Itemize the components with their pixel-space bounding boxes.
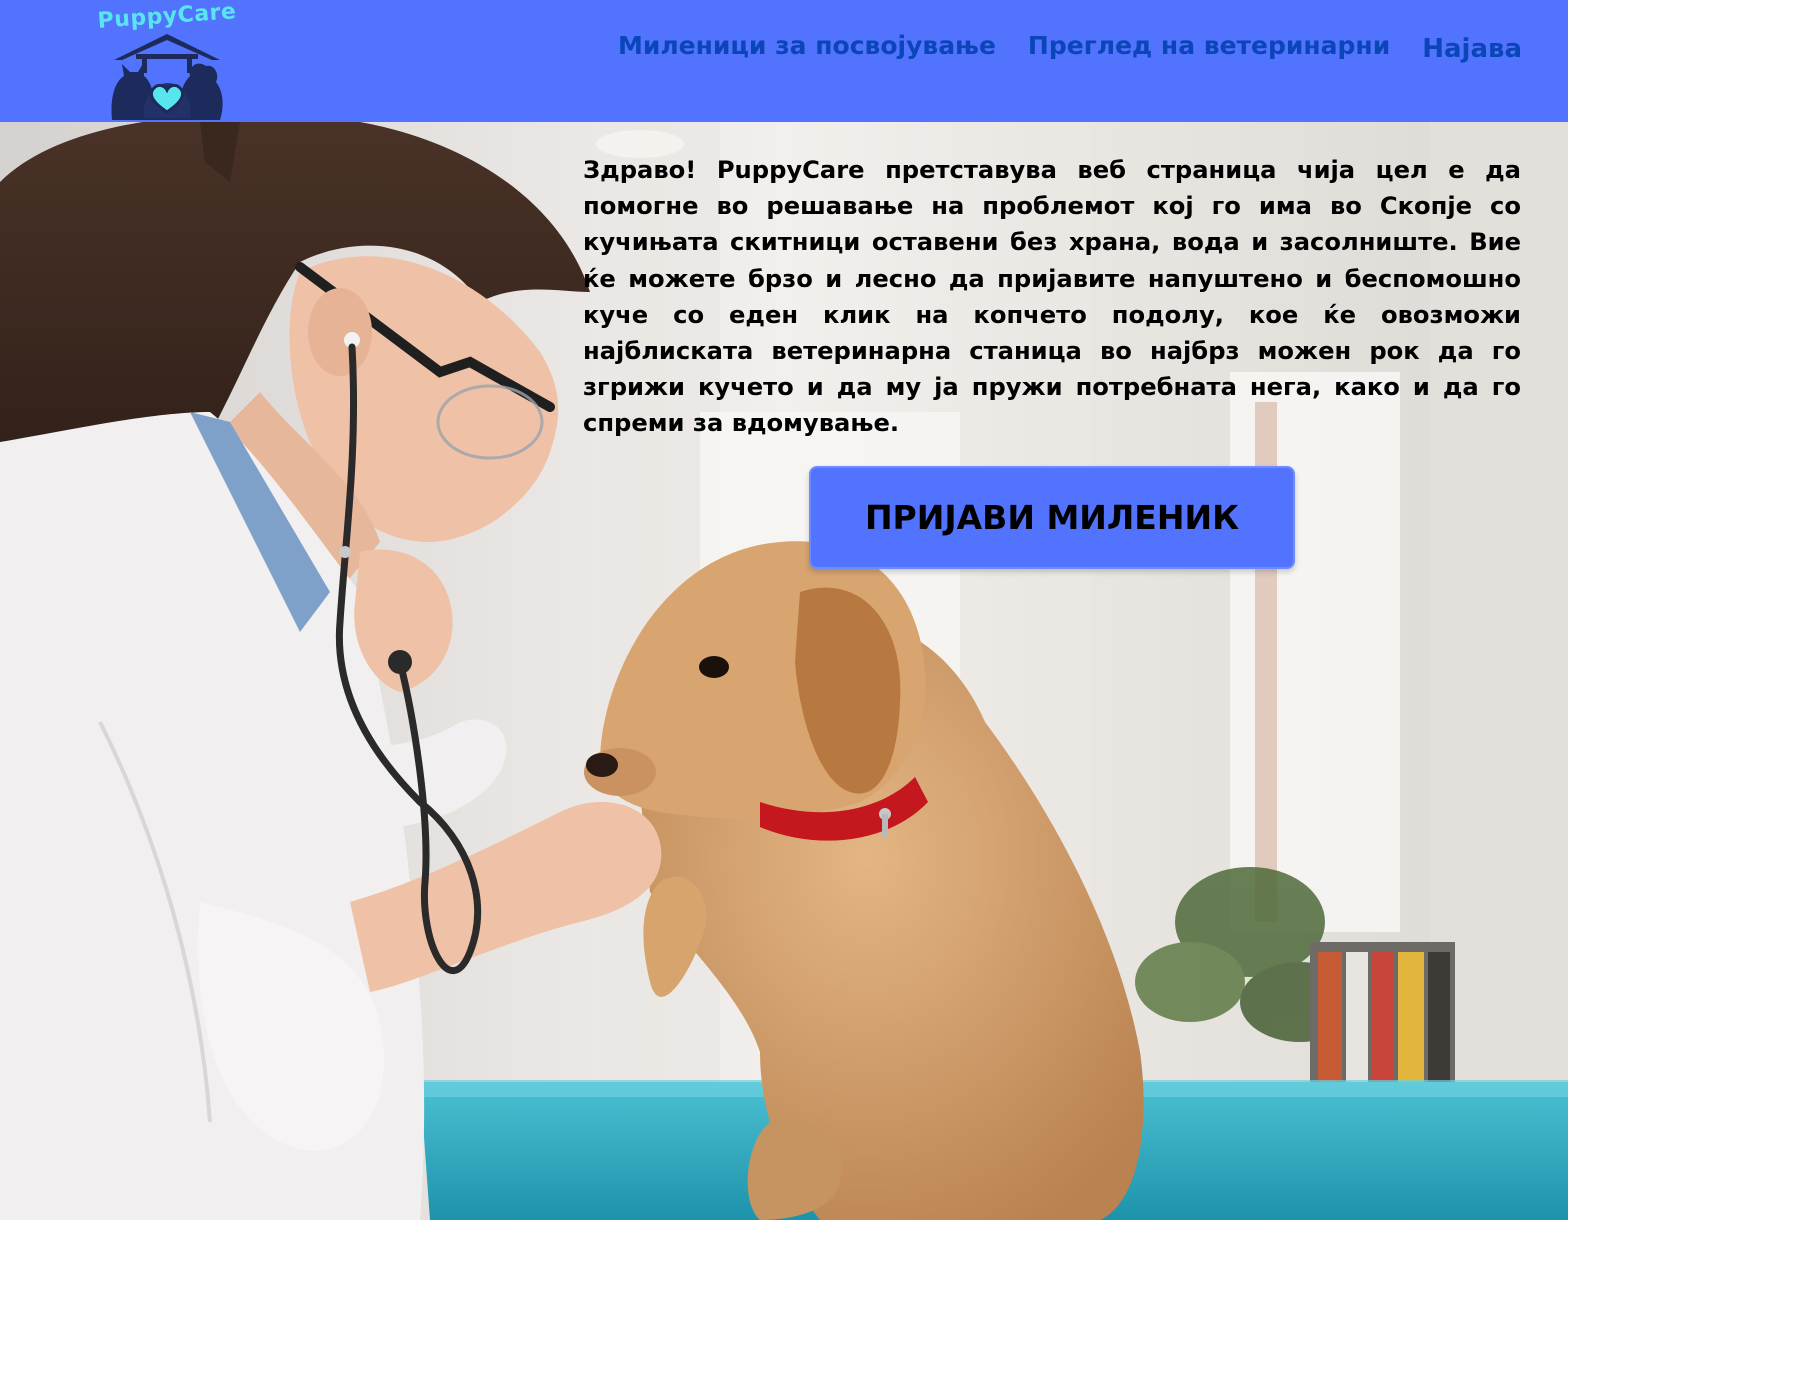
main-navigation: Миленици за посвојување Преглед на ветер… [618, 0, 1522, 90]
nav-login-link[interactable]: Најава [1422, 34, 1522, 64]
nav-vet-overview-link[interactable]: Преглед на ветеринарни [1028, 31, 1390, 60]
report-pet-button[interactable]: ПРИЈАВИ МИЛЕНИК [809, 466, 1295, 569]
house-pets-logo-icon [111, 34, 223, 120]
intro-paragraph: Здраво! PuppyCare претставува веб страни… [583, 156, 1521, 438]
puppycare-logo[interactable]: PuppyCare [88, 0, 246, 120]
top-navbar: PuppyCare Миленици за посвојување Прегле… [0, 0, 1568, 122]
page: PuppyCare Миленици за посвојување Прегле… [0, 0, 1568, 1220]
nav-adoptable-pets-link[interactable]: Миленици за посвојување [618, 31, 996, 60]
hero-section: Здраво! PuppyCare претставува веб страни… [0, 122, 1568, 1220]
